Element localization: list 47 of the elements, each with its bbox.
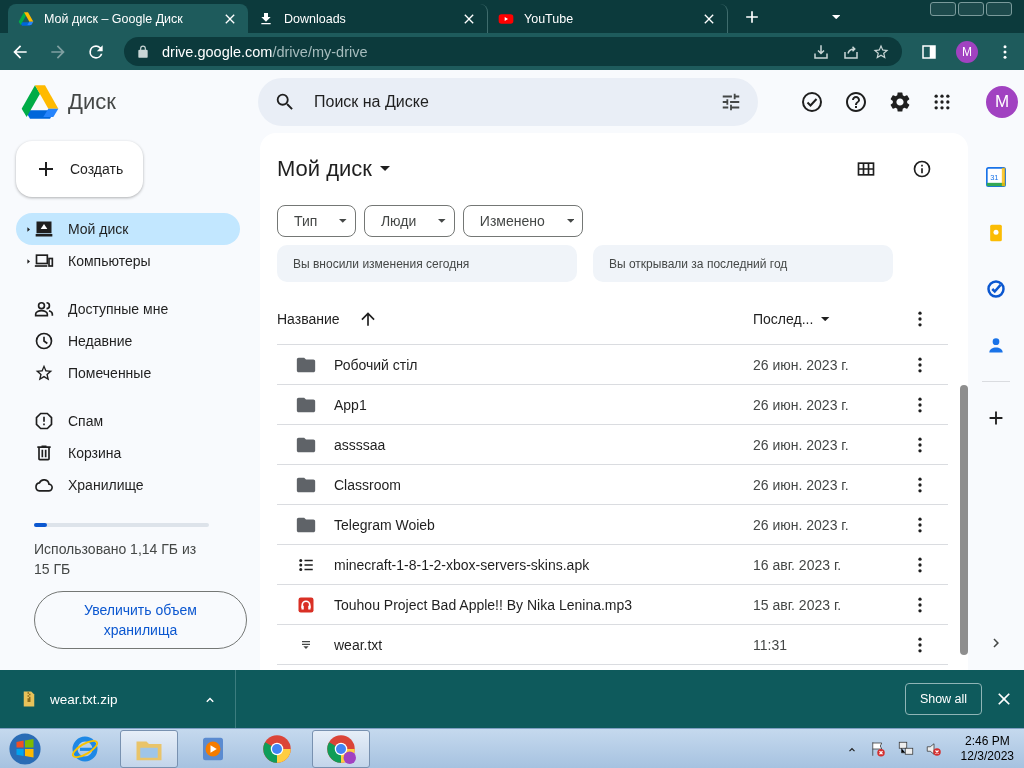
file-name[interactable]: Робочий стіл xyxy=(334,356,753,373)
search-field[interactable]: Поиск на Диске xyxy=(312,91,704,112)
app-name: Диск xyxy=(68,88,116,115)
nav-item[interactable]: Компьютеры xyxy=(16,245,240,277)
profile-avatar[interactable]: M xyxy=(956,40,978,63)
new-button[interactable]: Создать xyxy=(16,141,143,197)
suggestion-chip[interactable]: Вы вносили изменения сегодня xyxy=(277,245,577,282)
nav-item[interactable]: Доступные мне xyxy=(16,293,240,325)
filter-chip[interactable]: Люди xyxy=(363,205,455,237)
modified-date: 26 июн. 2023 г. xyxy=(753,396,850,413)
url-text[interactable]: drive.google.com/drive/my-drive xyxy=(162,43,368,60)
folder-title-dropdown[interactable]: Мой диск xyxy=(277,156,391,182)
suggestion-chip[interactable]: Вы открывали за последний год xyxy=(593,245,893,282)
browser-tab[interactable]: Мой диск – Google Диск xyxy=(8,4,248,33)
file-name[interactable]: Classroom xyxy=(334,476,753,493)
calendar-icon[interactable]: 31 xyxy=(986,167,1006,187)
address-bar[interactable]: drive.google.com/drive/my-drive xyxy=(124,37,902,66)
filter-chip[interactable]: Изменено xyxy=(462,205,584,237)
file-name[interactable]: Telegram Woieb xyxy=(334,516,753,533)
modified-date: 11:31 xyxy=(753,636,788,653)
account-avatar[interactable]: M xyxy=(986,85,1018,118)
download-file-name[interactable]: wear.txt.zip xyxy=(50,691,118,707)
file-name[interactable]: minecraft-1-8-1-2-xbox-servers-skins.apk xyxy=(334,556,753,573)
nav-item[interactable]: Недавние xyxy=(16,325,240,357)
nav-item[interactable]: Спам xyxy=(16,405,240,437)
nav-item[interactable]: Корзина xyxy=(16,437,240,469)
modified-date: 15 авг. 2023 г. xyxy=(753,596,843,613)
file-name[interactable]: App1 xyxy=(334,396,753,413)
file-name[interactable]: wear.txt xyxy=(334,636,753,653)
column-header[interactable]: Послед... xyxy=(753,311,814,327)
modified-date: 16 авг. 2023 г. xyxy=(753,556,843,573)
search-bar[interactable]: Поиск на Диске xyxy=(258,77,758,126)
storage-usage-text: Использовано 1,14 ГБ из 15 ГБ xyxy=(34,540,198,579)
modified-date: 26 июн. 2023 г. xyxy=(753,476,850,493)
clock-time[interactable]: 2:46 PM xyxy=(964,733,1010,749)
show-all-button[interactable]: Show all xyxy=(905,683,982,715)
column-header[interactable]: Название xyxy=(277,311,340,327)
nav-item[interactable]: Мой диск xyxy=(16,213,240,245)
filter-chip[interactable]: Тип xyxy=(277,205,356,237)
clock-date[interactable]: 12/3/2023 xyxy=(960,748,1014,764)
modified-date: 26 июн. 2023 г. xyxy=(753,436,850,453)
modified-date: 26 июн. 2023 г. xyxy=(753,356,850,373)
modified-date: 26 июн. 2023 г. xyxy=(753,516,850,533)
file-name[interactable]: assssaa xyxy=(334,436,753,453)
nav-item[interactable]: Хранилище xyxy=(16,469,240,501)
nav-item[interactable]: Помеченные xyxy=(16,357,240,389)
file-name[interactable]: Touhou Project Bad Apple!! By Nika Lenina.mp3 xyxy=(334,596,753,613)
